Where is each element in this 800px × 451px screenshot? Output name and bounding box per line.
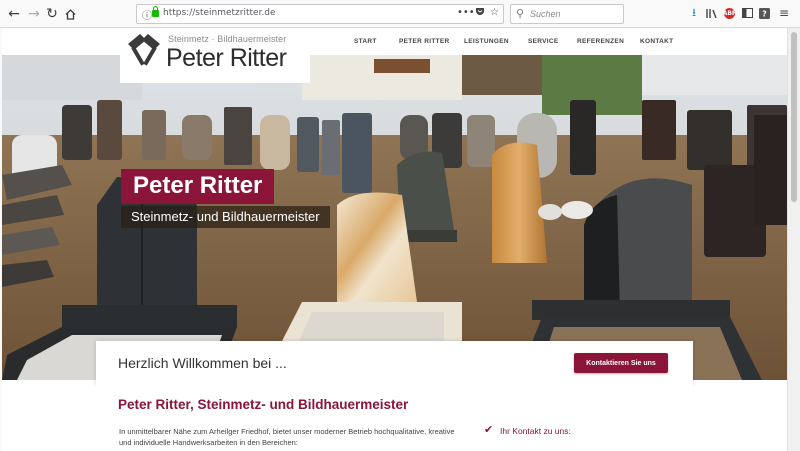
pocket-icon[interactable] bbox=[475, 7, 485, 20]
logo-subtitle: Steinmetz · Bildhauermeister bbox=[168, 34, 287, 44]
adblock-icon[interactable]: ABP bbox=[723, 8, 736, 19]
url-text[interactable]: https://steinmetzritter.de bbox=[163, 8, 276, 18]
contact-button[interactable]: Kontaktieren Sie uns bbox=[574, 353, 668, 373]
main-content: Peter Ritter, Steinmetz- und Bildhauerme… bbox=[96, 385, 693, 451]
contact-label: Ihr Kontakt zu uns: bbox=[500, 426, 571, 436]
svg-text:?: ? bbox=[762, 9, 767, 18]
scrollbar-thumb[interactable] bbox=[791, 32, 797, 202]
hammer-chisel-logo-icon bbox=[128, 34, 160, 66]
nav-leistungen[interactable]: LEISTUNGEN bbox=[464, 38, 509, 45]
content-heading: Peter Ritter, Steinmetz- und Bildhauerme… bbox=[118, 397, 409, 412]
search-icon: ⚲ bbox=[516, 7, 525, 20]
reload-icon[interactable]: ↻ bbox=[42, 4, 62, 24]
bookmark-star-icon[interactable]: ☆ bbox=[490, 7, 499, 18]
back-icon[interactable]: ← bbox=[4, 4, 24, 24]
lock-icon[interactable] bbox=[152, 6, 159, 17]
nav-peter-ritter[interactable]: PETER RITTER bbox=[399, 38, 450, 45]
checkmark-icon: ✔ bbox=[484, 423, 494, 436]
logo-title: Peter Ritter bbox=[166, 44, 287, 72]
forward-icon[interactable]: → bbox=[24, 4, 44, 24]
hero-title: Peter Ritter bbox=[121, 169, 275, 204]
library-icon[interactable] bbox=[704, 5, 720, 21]
hero-photo bbox=[2, 55, 787, 380]
download-icon[interactable]: ⭳ bbox=[686, 5, 702, 21]
help-icon[interactable]: ? bbox=[756, 5, 772, 21]
info-icon[interactable]: ⓘ bbox=[142, 7, 152, 22]
web-page: START PETER RITTER LEISTUNGEN SERVICE RE… bbox=[2, 28, 787, 451]
nav-service[interactable]: SERVICE bbox=[528, 38, 559, 45]
browser-toolbar: ← → ↻ ⓘ https://steinmetzritter.de ••• ☆… bbox=[0, 0, 800, 28]
welcome-text: Herzlich Willkommen bei ... bbox=[118, 355, 287, 371]
search-placeholder[interactable]: Suchen bbox=[530, 9, 561, 19]
page-actions-icon[interactable]: ••• bbox=[457, 7, 475, 18]
sidebar-icon[interactable] bbox=[739, 5, 755, 21]
hero-image: Peter Ritter Steinmetz- und Bildhauermei… bbox=[2, 55, 787, 380]
home-icon[interactable] bbox=[60, 4, 80, 24]
page-scrollbar[interactable] bbox=[787, 28, 800, 451]
site-logo[interactable]: Steinmetz · Bildhauermeister Peter Ritte… bbox=[120, 28, 310, 83]
content-paragraph: In unmittelbarer Nähe zum Arheilger Frie… bbox=[119, 427, 455, 447]
search-box[interactable]: ⚲ Suchen bbox=[510, 4, 624, 24]
welcome-bar: Herzlich Willkommen bei ... Kontaktieren… bbox=[96, 341, 693, 385]
nav-referenzen[interactable]: REFERENZEN bbox=[577, 38, 624, 45]
address-bar[interactable]: ⓘ https://steinmetzritter.de ••• ☆ bbox=[136, 4, 504, 24]
nav-start[interactable]: START bbox=[354, 38, 377, 45]
menu-icon[interactable]: ≡ bbox=[776, 5, 792, 21]
nav-kontakt[interactable]: KONTAKT bbox=[640, 38, 673, 45]
hero-subtitle: Steinmetz- und Bildhauermeister bbox=[121, 206, 330, 228]
